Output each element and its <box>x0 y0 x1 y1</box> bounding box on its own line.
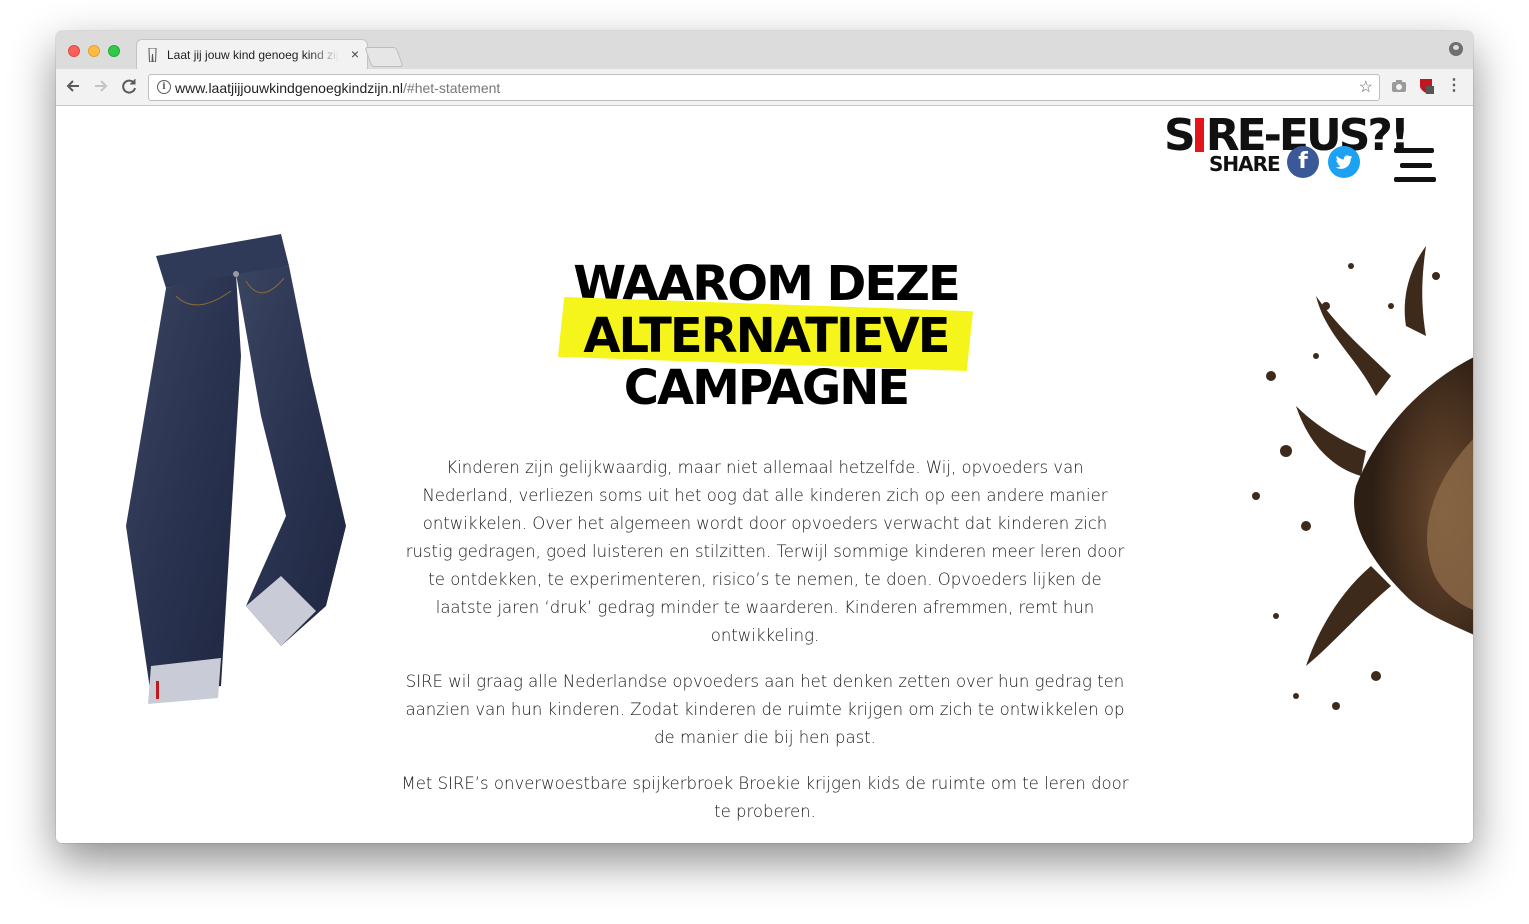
mud-splash-image <box>1252 246 1473 710</box>
jeans-image <box>126 234 346 704</box>
toolbar: i www.laatjijjouwkindgenoegkindzijn.nl/#… <box>56 69 1473 106</box>
heading-highlight: ALTERNATIEVE <box>558 296 974 372</box>
browser-tab[interactable]: Laat jij jouw kind genoeg kind zijn × <box>136 39 368 70</box>
tab-title: Laat jij jouw kind genoeg kind zijn <box>167 48 339 62</box>
forward-icon[interactable] <box>90 75 112 97</box>
menu-icon[interactable]: ⋮ <box>1446 78 1462 94</box>
maximize-window-button[interactable] <box>108 45 120 57</box>
browser-window: Laat jij jouw kind genoeg kind zijn × i … <box>56 31 1473 843</box>
logo-red-bar <box>1194 118 1204 152</box>
title-bar: Laat jij jouw kind genoeg kind zijn × <box>56 31 1473 70</box>
tab-close-icon[interactable]: × <box>351 46 359 62</box>
camera-icon[interactable] <box>1391 78 1407 94</box>
info-icon[interactable]: i <box>157 80 171 94</box>
url-text: www.laatjijjouwkindgenoegkindzijn.nl/#he… <box>175 80 500 96</box>
address-bar[interactable]: i www.laatjijjouwkindgenoegkindzijn.nl/#… <box>148 74 1380 101</box>
twitter-share-icon[interactable] <box>1328 146 1360 178</box>
logo-text-start: S <box>1164 110 1196 161</box>
heading-line-1: WAAROM DEZE <box>573 256 961 312</box>
sire-logo[interactable]: S RE-EUS?! <box>1164 114 1410 158</box>
profile-icon[interactable] <box>1449 42 1463 56</box>
paragraph-1: Kinderen zijn gelijkwaardig, maar niet a… <box>405 458 1125 645</box>
new-tab-button[interactable] <box>364 47 404 67</box>
page-viewport: S RE-EUS?! SHARE f WAAROM DEZE ALTERNATI… <box>56 106 1473 843</box>
star-icon[interactable]: ☆ <box>1359 77 1373 97</box>
back-icon[interactable] <box>62 75 84 97</box>
page-heading: WAAROM DEZE ALTERNATIEVE CAMPAGNE <box>456 258 1076 414</box>
share-label: SHARE <box>1209 152 1281 176</box>
url-host: www.laatjijjouwkindgenoegkindzijn.nl <box>175 80 404 96</box>
close-window-button[interactable] <box>68 45 80 57</box>
jeans-favicon-icon <box>148 47 157 63</box>
heading-line-3: CAMPAGNE <box>623 360 910 416</box>
minimize-window-button[interactable] <box>88 45 100 57</box>
facebook-share-icon[interactable]: f <box>1287 146 1319 178</box>
paragraph-2: SIRE wil graag alle Nederlandse opvoeder… <box>405 672 1125 747</box>
paragraph-3: Met SIRE’s onverwoestbare spijkerbroek B… <box>401 774 1129 821</box>
hamburger-menu-icon[interactable] <box>1394 146 1438 186</box>
extension-icon[interactable] <box>1418 78 1434 94</box>
reload-icon[interactable] <box>118 75 140 97</box>
url-path: /#het-statement <box>403 80 501 96</box>
heading-line-2: ALTERNATIEVE <box>583 308 950 364</box>
statement-text: Kinderen zijn gelijkwaardig, maar niet a… <box>401 454 1129 843</box>
